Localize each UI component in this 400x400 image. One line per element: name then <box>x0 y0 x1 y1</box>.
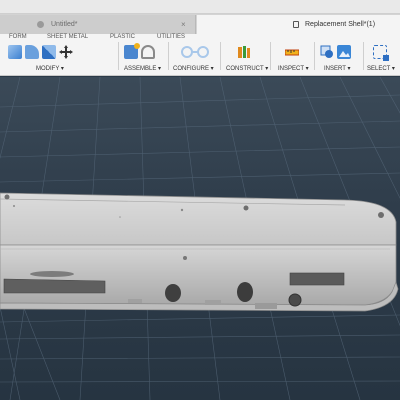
ribbon-toolbar: FORM SHEET METAL PLASTIC UTILITIES MODIF… <box>0 34 400 76</box>
measure-icon[interactable] <box>284 45 300 59</box>
replacement-shell-model[interactable] <box>0 192 399 312</box>
configure-menu[interactable]: CONFIGURE ▾ <box>173 65 214 72</box>
new-component-icon[interactable] <box>124 43 140 59</box>
subtab-form[interactable]: FORM <box>9 34 27 40</box>
separator <box>118 42 119 70</box>
separator <box>168 42 169 70</box>
tab-untitled[interactable]: Untitled* × <box>0 15 196 34</box>
insert-derive-icon[interactable] <box>320 45 334 59</box>
separator <box>270 42 271 70</box>
chamfer-icon[interactable] <box>42 45 56 59</box>
lock-icon <box>293 21 299 28</box>
3d-viewport[interactable] <box>0 77 400 400</box>
document-status-icon <box>37 21 44 28</box>
window-title-strip <box>0 0 400 14</box>
close-icon[interactable]: × <box>181 20 186 29</box>
configure-icon[interactable] <box>180 45 210 59</box>
inspect-group <box>284 45 300 63</box>
move-icon[interactable] <box>59 45 73 59</box>
tab-replacement-shell[interactable]: Replacement Shell*(1) <box>197 15 400 34</box>
joint-icon[interactable] <box>141 45 155 59</box>
construct-menu[interactable]: CONSTRUCT ▾ <box>226 65 268 72</box>
card-slot <box>289 272 345 286</box>
subtab-plastic[interactable]: PLASTIC <box>110 34 135 40</box>
screw-hole <box>243 205 249 211</box>
offset-plane-icon[interactable] <box>237 45 251 59</box>
audio-jack <box>288 293 302 307</box>
separator <box>220 42 221 70</box>
configure-group <box>180 45 210 63</box>
inspect-menu[interactable]: INSPECT ▾ <box>278 65 309 72</box>
tab-replacement-shell-label: Replacement Shell*(1) <box>305 21 376 28</box>
separator <box>314 42 315 70</box>
select-box-icon[interactable] <box>373 45 389 61</box>
port-hole <box>237 282 253 302</box>
viewport-canvas <box>0 77 400 400</box>
select-group <box>373 45 389 63</box>
push-pull-icon[interactable] <box>8 45 22 59</box>
separator <box>363 42 364 70</box>
insert-group <box>320 45 351 63</box>
select-menu[interactable]: SELECT ▾ <box>367 65 395 72</box>
workspace-subtabs: FORM SHEET METAL PLASTIC UTILITIES <box>0 34 400 44</box>
subtab-sheet-metal[interactable]: SHEET METAL <box>47 34 88 40</box>
tab-untitled-label: Untitled* <box>51 21 78 28</box>
battery-slot <box>3 278 106 294</box>
insert-image-icon[interactable] <box>337 45 351 59</box>
subtab-utilities[interactable]: UTILITIES <box>157 34 185 40</box>
port-hole <box>165 284 181 302</box>
fillet-icon[interactable] <box>25 45 39 59</box>
construct-group <box>237 45 251 63</box>
assemble-group <box>124 43 155 63</box>
shell-top-face <box>0 192 397 246</box>
insert-menu[interactable]: INSERT ▾ <box>324 65 350 72</box>
modify-menu[interactable]: MODIFY ▾ <box>36 65 64 72</box>
document-tabs: Untitled* × Replacement Shell*(1) <box>0 14 400 34</box>
assemble-menu[interactable]: ASSEMBLE ▾ <box>124 65 161 72</box>
modify-group <box>8 45 73 63</box>
screw-hole <box>4 194 10 200</box>
screw-hole <box>378 212 384 218</box>
